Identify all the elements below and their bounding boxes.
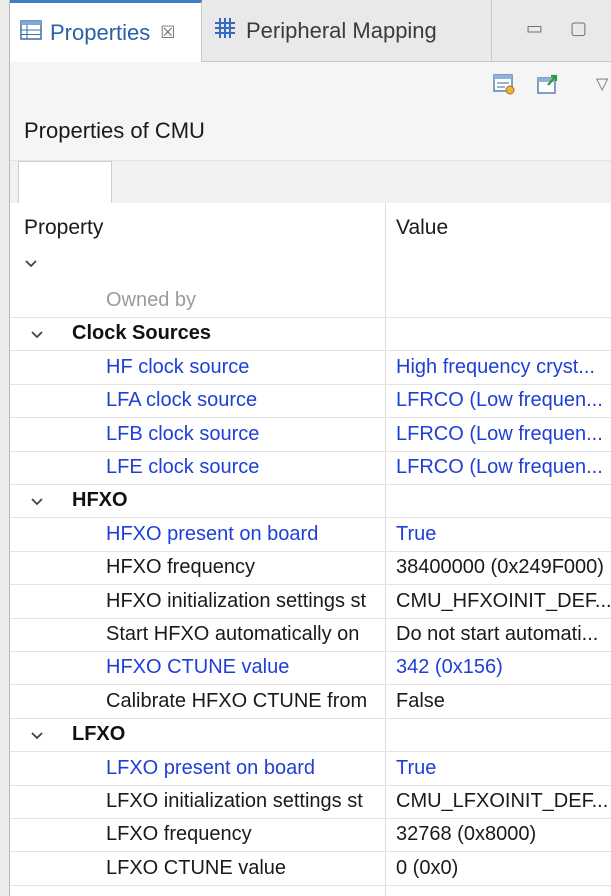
property-name: Start HFXO automatically on — [106, 623, 360, 645]
table-header: Property Value — [10, 203, 611, 251]
column-header-property[interactable]: Property — [24, 216, 103, 240]
table-row[interactable]: HFXO CTUNE value 342 (0x156) — [10, 652, 611, 685]
property-name: HFXO CTUNE value — [106, 656, 290, 678]
table-row[interactable]: Calibrate HFXO CTUNE from False — [10, 686, 611, 719]
property-name: LFA clock source — [106, 389, 258, 411]
property-name: LFXO present on board — [106, 757, 316, 779]
properties-header: Properties of CMU — [10, 108, 611, 161]
page-title: Properties of CMU — [24, 118, 205, 143]
property-name: HFXO frequency — [106, 556, 255, 578]
property-value[interactable]: True — [396, 523, 611, 546]
chevron-down-icon[interactable] — [24, 257, 38, 271]
minimize-icon[interactable]: ▭ — [526, 18, 543, 39]
property-name: LFE clock source — [106, 456, 260, 478]
chevron-down-icon[interactable] — [30, 329, 44, 341]
table-row[interactable]: Start HFXO automatically on Do not start … — [10, 619, 611, 652]
property-value[interactable]: LFRCO (Low frequen... — [396, 389, 611, 412]
tab-peripheral-mapping[interactable]: Peripheral Mapping — [202, 0, 492, 62]
view-toolbar: ▽ — [10, 62, 611, 108]
tab-properties-label: Properties — [50, 19, 151, 45]
properties-icon — [20, 19, 42, 46]
property-name: LFXO CTUNE value — [106, 857, 287, 879]
table-row[interactable]: LFXO present on board True — [10, 753, 611, 786]
column-header-value[interactable]: Value — [396, 216, 448, 240]
property-value[interactable]: LFRCO (Low frequen... — [396, 456, 611, 479]
chevron-down-icon[interactable] — [30, 730, 44, 742]
property-name: HF clock source — [106, 356, 250, 378]
table-row[interactable]: LFXO frequency 32768 (0x8000) — [10, 819, 611, 852]
property-value[interactable]: 0 (0x0) — [396, 857, 611, 880]
table-row[interactable]: HFXO frequency 38400000 (0x249F000) — [10, 552, 611, 585]
table-row[interactable]: LFXO initialization settings st CMU_LFXOI… — [10, 786, 611, 819]
property-value[interactable]: 38400000 (0x249F000) — [396, 556, 611, 579]
category-row[interactable]: LFXO — [10, 719, 611, 752]
property-value[interactable]: CMU_LFXOINIT_DEF... — [396, 790, 611, 813]
property-value[interactable]: High frequency cryst... — [396, 356, 611, 379]
table-row[interactable]: LFE clock source LFRCO (Low frequen... — [10, 452, 611, 485]
property-value[interactable]: True — [396, 757, 611, 780]
property-name: HFXO present on board — [106, 523, 319, 545]
section-tab-strip — [10, 161, 611, 204]
property-name: LFB clock source — [106, 423, 260, 445]
view-menu-icon[interactable]: ▽ — [596, 74, 608, 94]
property-value[interactable]: False — [396, 690, 611, 713]
table-row[interactable]: LFXO CTUNE value 0 (0x0) — [10, 853, 611, 886]
property-value[interactable]: LFRCO (Low frequen... — [396, 423, 611, 446]
tab-properties[interactable]: Properties ☒ — [10, 0, 202, 62]
property-name: LFXO frequency — [106, 823, 252, 845]
properties-view-icon[interactable] — [492, 72, 516, 96]
maximize-icon[interactable]: ▢ — [570, 18, 587, 39]
category-label: Clock Sources — [72, 322, 211, 344]
property-name: HFXO initialization settings st — [106, 590, 367, 612]
grid-icon — [214, 17, 236, 45]
property-value[interactable]: Do not start automati... — [396, 623, 611, 646]
property-name: Calibrate HFXO CTUNE from — [106, 690, 368, 712]
left-frame — [0, 0, 9, 896]
table-row[interactable]: LFA clock source LFRCO (Low frequen... — [10, 385, 611, 418]
table-row[interactable]: HFXO present on board True — [10, 519, 611, 552]
category-row[interactable]: Clock Sources — [10, 318, 611, 351]
tab-peripheral-mapping-label: Peripheral Mapping — [246, 18, 437, 43]
property-value[interactable]: 32768 (0x8000) — [396, 823, 611, 846]
property-name: Owned by — [106, 289, 197, 311]
tab-bar: Properties ☒ Peripheral Mapping ▭ ▢ — [10, 0, 611, 62]
export-icon[interactable] — [536, 72, 560, 96]
property-name: LFXO initialization settings st — [106, 790, 363, 812]
category-row[interactable]: HFXO — [10, 485, 611, 518]
table-row[interactable]: HFXO initialization settings st CMU_HFXOI… — [10, 586, 611, 619]
property-value[interactable]: CMU_HFXOINIT_DEF... — [396, 590, 611, 613]
section-tab[interactable] — [18, 161, 112, 204]
table-row[interactable]: LFB clock source LFRCO (Low frequen... — [10, 419, 611, 452]
table-row[interactable]: HF clock source High frequency cryst... — [10, 352, 611, 385]
table-row[interactable]: Owned by — [10, 285, 611, 318]
properties-view: Properties ☒ Peripheral Mapping ▭ ▢ ▽ Pr… — [10, 0, 611, 896]
property-value[interactable]: 342 (0x156) — [396, 656, 611, 679]
chevron-down-icon[interactable] — [30, 496, 44, 508]
category-label: HFXO — [72, 489, 128, 511]
property-table: Property Value Owned by Clock Sources HF c… — [10, 203, 611, 896]
close-tab-icon[interactable]: ☒ — [160, 23, 175, 43]
category-label: LFXO — [72, 723, 126, 745]
